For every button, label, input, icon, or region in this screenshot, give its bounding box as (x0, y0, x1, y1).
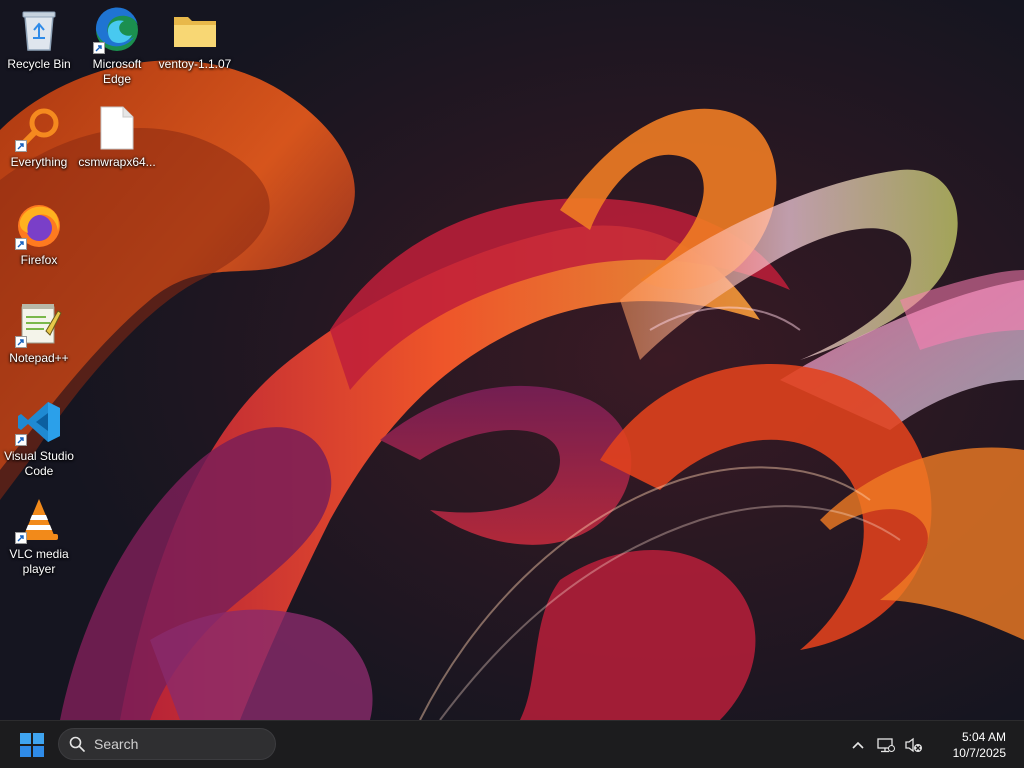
desktop-icon-vlc-media-player[interactable]: VLC media player (0, 496, 78, 577)
desktop-icon-label: Recycle Bin (7, 57, 71, 71)
shortcut-arrow-icon (93, 42, 105, 54)
desktop-icon-label: Notepad++ (9, 351, 69, 365)
desktop-icon-microsoft-edge[interactable]: Microsoft Edge (78, 6, 156, 87)
start-button[interactable] (14, 729, 50, 761)
taskbar-clock[interactable]: 5:04 AM 10/7/2025 (928, 725, 1024, 765)
desktop-icon-label: ventoy-1.1.07 (158, 57, 232, 71)
file-icon (100, 106, 134, 150)
recycle-bin-icon (22, 11, 56, 51)
desktop-icon-ventoy-folder[interactable]: ventoy-1.1.07 (156, 6, 234, 72)
network-disconnected-icon (877, 738, 895, 753)
desktop-icon-label: Microsoft Edge (92, 57, 142, 86)
desktop-icon-csmwrapx64[interactable]: csmwrapx64... (78, 104, 156, 170)
desktop-icon-firefox[interactable]: Firefox (0, 202, 78, 268)
folder-icon (174, 17, 216, 47)
network-button[interactable] (872, 729, 900, 761)
desktop-icon-visual-studio-code[interactable]: Visual Studio Code (0, 398, 78, 479)
desktop-icon-label: csmwrapx64... (78, 155, 156, 169)
shortcut-arrow-icon (15, 140, 27, 152)
chevron-up-icon (852, 741, 864, 749)
desktop-icon-label: Firefox (20, 253, 58, 267)
shortcut-arrow-icon (15, 434, 27, 446)
search-icon (69, 736, 85, 752)
search-placeholder: Search (94, 736, 139, 752)
desktop-icon-notepad-plus-plus[interactable]: Notepad++ (0, 300, 78, 366)
taskbar: Search 5:04 AM 10/7/2025 (0, 720, 1024, 768)
desktop-icon-recycle-bin[interactable]: Recycle Bin (0, 6, 78, 72)
desktop-icon-label: Visual Studio Code (4, 449, 74, 478)
clock-time: 5:04 AM (961, 730, 1006, 744)
desktop-icon-everything[interactable]: Everything (0, 104, 78, 170)
clock-date: 10/7/2025 (952, 746, 1006, 760)
windows-start-icon (20, 733, 44, 757)
shortcut-arrow-icon (15, 532, 27, 544)
volume-muted-icon (905, 737, 922, 753)
system-tray: 5:04 AM 10/7/2025 (844, 721, 1024, 769)
shortcut-arrow-icon (15, 336, 27, 348)
taskbar-search-box[interactable]: Search (58, 728, 276, 760)
show-hidden-icons-button[interactable] (844, 729, 872, 761)
volume-button[interactable] (900, 729, 928, 761)
shortcut-arrow-icon (15, 238, 27, 250)
desktop-icon-label: Everything (10, 155, 68, 169)
desktop-icon-label: VLC media player (9, 547, 69, 576)
desktop[interactable]: Recycle Bin Microsoft Edge ventoy-1.1.07 (0, 0, 1024, 720)
